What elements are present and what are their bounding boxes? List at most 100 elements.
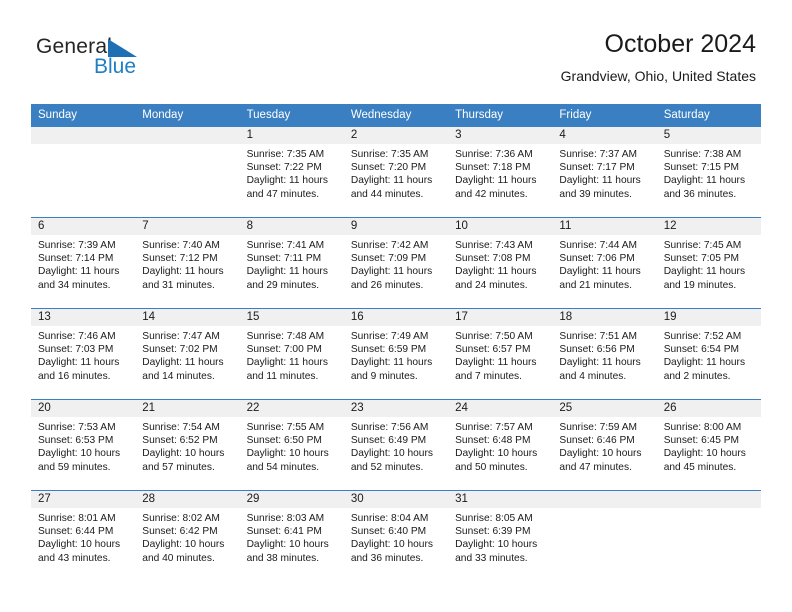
day-details: Sunrise: 7:35 AM Sunset: 7:20 PM Daylight:… bbox=[344, 144, 448, 201]
calendar-day-cell[interactable]: 11 Sunrise: 7:44 AM Sunset: 7:06 PM Dayligh… bbox=[552, 217, 657, 309]
day-number: 26 bbox=[656, 400, 761, 417]
day-number bbox=[31, 127, 136, 144]
daylight-duration-line2: and 4 minutes. bbox=[559, 370, 627, 382]
calendar-day-cell[interactable]: 25 Sunrise: 7:59 AM Sunset: 6:46 PM Dayligh… bbox=[552, 399, 657, 491]
daylight-duration-line2: and 9 minutes. bbox=[350, 370, 418, 382]
weekday-header-thursday: Thursday bbox=[448, 104, 553, 127]
calendar-day-cell[interactable]: 10 Sunrise: 7:43 AM Sunset: 7:08 PM Dayligh… bbox=[448, 217, 553, 309]
sunrise-time: Sunrise: 7:45 AM bbox=[663, 240, 742, 251]
calendar-day-cell[interactable]: 20 Sunrise: 7:53 AM Sunset: 6:53 PM Dayligh… bbox=[31, 399, 136, 491]
brand-logo[interactable]: General Blue bbox=[36, 36, 226, 86]
day-details: Sunrise: 7:53 AM Sunset: 6:53 PM Daylight:… bbox=[31, 417, 135, 474]
day-number: 30 bbox=[343, 491, 449, 508]
calendar-day-cell[interactable]: 27 Sunrise: 8:01 AM Sunset: 6:44 PM Dayligh… bbox=[31, 490, 136, 581]
day-number: 5 bbox=[656, 127, 761, 144]
day-number: 11 bbox=[552, 218, 657, 235]
day-number bbox=[656, 491, 761, 508]
sunset-time: Sunset: 7:00 PM bbox=[246, 344, 322, 356]
daylight-duration-line2: and 59 minutes. bbox=[38, 461, 111, 473]
day-details: Sunrise: 7:40 AM Sunset: 7:12 PM Daylight:… bbox=[135, 235, 239, 292]
day-details: Sunrise: 7:35 AM Sunset: 7:22 PM Daylight:… bbox=[240, 144, 344, 201]
sunrise-time: Sunrise: 7:57 AM bbox=[455, 422, 533, 433]
day-number: 6 bbox=[31, 218, 136, 235]
calendar-day-cell[interactable]: 7 Sunrise: 7:40 AM Sunset: 7:12 PM Daylight… bbox=[135, 217, 240, 309]
sunrise-time: Sunrise: 7:47 AM bbox=[142, 331, 220, 342]
sunrise-time: Sunrise: 7:36 AM bbox=[455, 149, 533, 160]
daylight-duration-line2: and 19 minutes. bbox=[663, 279, 737, 291]
daylight-duration-line2: and 47 minutes. bbox=[559, 461, 632, 473]
calendar-day-cell[interactable]: 21 Sunrise: 7:54 AM Sunset: 6:52 PM Dayligh… bbox=[135, 399, 240, 491]
day-details: Sunrise: 7:42 AM Sunset: 7:09 PM Daylight:… bbox=[344, 235, 448, 292]
sunset-time: Sunset: 6:56 PM bbox=[559, 344, 635, 356]
calendar-day-cell[interactable]: 24 Sunrise: 7:57 AM Sunset: 6:48 PM Dayligh… bbox=[448, 399, 553, 491]
calendar-day-cell[interactable]: 22 Sunrise: 7:55 AM Sunset: 6:50 PM Dayligh… bbox=[239, 399, 344, 491]
day-number: 4 bbox=[552, 127, 657, 144]
sunset-time: Sunset: 7:22 PM bbox=[246, 162, 322, 174]
calendar-empty-cell bbox=[135, 126, 240, 218]
sunrise-time: Sunrise: 7:44 AM bbox=[559, 240, 637, 251]
day-number: 29 bbox=[239, 491, 344, 508]
calendar-day-cell[interactable]: 16 Sunrise: 7:49 AM Sunset: 6:59 PM Dayligh… bbox=[343, 308, 449, 400]
daylight-duration-line1: Daylight: 10 hours bbox=[38, 448, 121, 460]
calendar-day-cell[interactable]: 31 Sunrise: 8:05 AM Sunset: 6:39 PM Dayligh… bbox=[448, 490, 553, 581]
sunset-time: Sunset: 7:02 PM bbox=[142, 344, 218, 356]
day-details: Sunrise: 7:45 AM Sunset: 7:05 PM Daylight:… bbox=[657, 235, 761, 292]
day-number: 13 bbox=[31, 309, 136, 326]
daylight-duration-line2: and 36 minutes. bbox=[350, 552, 424, 564]
sunset-time: Sunset: 7:17 PM bbox=[559, 162, 635, 174]
calendar-empty-cell bbox=[656, 490, 761, 581]
day-number: 14 bbox=[135, 309, 240, 326]
daylight-duration-line2: and 24 minutes. bbox=[455, 279, 528, 291]
daylight-duration-line1: Daylight: 10 hours bbox=[559, 448, 642, 460]
sunset-time: Sunset: 7:08 PM bbox=[455, 253, 531, 265]
daylight-duration-line2: and 21 minutes. bbox=[559, 279, 632, 291]
daylight-duration-line2: and 26 minutes. bbox=[350, 279, 424, 291]
sunrise-time: Sunrise: 8:04 AM bbox=[350, 513, 429, 524]
day-number: 25 bbox=[552, 400, 657, 417]
calendar-day-cell[interactable]: 13 Sunrise: 7:46 AM Sunset: 7:03 PM Dayligh… bbox=[31, 308, 136, 400]
calendar-day-cell[interactable]: 9 Sunrise: 7:42 AM Sunset: 7:09 PM Daylight… bbox=[343, 217, 449, 309]
daylight-duration-line1: Daylight: 11 hours bbox=[350, 175, 433, 187]
calendar-day-cell[interactable]: 12 Sunrise: 7:45 AM Sunset: 7:05 PM Dayligh… bbox=[656, 217, 761, 309]
sunset-time: Sunset: 7:18 PM bbox=[455, 162, 531, 174]
day-details: Sunrise: 8:01 AM Sunset: 6:44 PM Daylight:… bbox=[31, 508, 135, 565]
page-subtitle: Grandview, Ohio, United States bbox=[560, 68, 756, 84]
day-details: Sunrise: 7:39 AM Sunset: 7:14 PM Daylight:… bbox=[31, 235, 135, 292]
day-details: Sunrise: 7:54 AM Sunset: 6:52 PM Daylight:… bbox=[135, 417, 239, 474]
daylight-duration-line2: and 45 minutes. bbox=[663, 461, 737, 473]
daylight-duration-line1: Daylight: 10 hours bbox=[142, 539, 225, 551]
calendar-day-cell[interactable]: 23 Sunrise: 7:56 AM Sunset: 6:49 PM Dayligh… bbox=[343, 399, 449, 491]
calendar-day-cell[interactable]: 8 Sunrise: 7:41 AM Sunset: 7:11 PM Daylight… bbox=[239, 217, 344, 309]
day-number: 19 bbox=[656, 309, 761, 326]
calendar-day-cell[interactable]: 3 Sunrise: 7:36 AM Sunset: 7:18 PM Daylight… bbox=[448, 126, 553, 218]
sunset-time: Sunset: 6:41 PM bbox=[246, 526, 322, 538]
calendar-day-cell[interactable]: 18 Sunrise: 7:51 AM Sunset: 6:56 PM Dayligh… bbox=[552, 308, 657, 400]
calendar-day-cell[interactable]: 2 Sunrise: 7:35 AM Sunset: 7:20 PM Daylight… bbox=[343, 126, 449, 218]
daylight-duration-line2: and 57 minutes. bbox=[142, 461, 215, 473]
calendar-day-cell[interactable]: 29 Sunrise: 8:03 AM Sunset: 6:41 PM Dayligh… bbox=[239, 490, 344, 581]
daylight-duration-line1: Daylight: 11 hours bbox=[350, 357, 433, 369]
sunrise-time: Sunrise: 8:05 AM bbox=[455, 513, 533, 524]
daylight-duration-line1: Daylight: 11 hours bbox=[38, 266, 120, 278]
calendar-day-cell[interactable]: 6 Sunrise: 7:39 AM Sunset: 7:14 PM Daylight… bbox=[31, 217, 136, 309]
sunrise-time: Sunrise: 7:46 AM bbox=[38, 331, 116, 342]
calendar-day-cell[interactable]: 5 Sunrise: 7:38 AM Sunset: 7:15 PM Daylight… bbox=[656, 126, 761, 218]
sunset-time: Sunset: 7:03 PM bbox=[38, 344, 114, 356]
calendar-day-cell[interactable]: 14 Sunrise: 7:47 AM Sunset: 7:02 PM Dayligh… bbox=[135, 308, 240, 400]
calendar-day-cell[interactable]: 19 Sunrise: 7:52 AM Sunset: 6:54 PM Dayligh… bbox=[656, 308, 761, 400]
calendar-day-cell[interactable]: 17 Sunrise: 7:50 AM Sunset: 6:57 PM Dayligh… bbox=[448, 308, 553, 400]
sunrise-time: Sunrise: 7:40 AM bbox=[142, 240, 220, 251]
calendar-day-cell[interactable]: 28 Sunrise: 8:02 AM Sunset: 6:42 PM Dayligh… bbox=[135, 490, 240, 581]
calendar-day-cell[interactable]: 1 Sunrise: 7:35 AM Sunset: 7:22 PM Daylight… bbox=[239, 126, 344, 218]
weekday-header-friday: Friday bbox=[552, 104, 657, 127]
sunrise-time: Sunrise: 7:35 AM bbox=[246, 149, 325, 160]
calendar-day-cell[interactable]: 15 Sunrise: 7:48 AM Sunset: 7:00 PM Dayligh… bbox=[239, 308, 344, 400]
calendar-day-cell[interactable]: 4 Sunrise: 7:37 AM Sunset: 7:17 PM Daylight… bbox=[552, 126, 657, 218]
sunrise-time: Sunrise: 7:52 AM bbox=[663, 331, 742, 342]
calendar-day-cell[interactable]: 26 Sunrise: 8:00 AM Sunset: 6:45 PM Dayligh… bbox=[656, 399, 761, 491]
weekday-header-monday: Monday bbox=[135, 104, 240, 127]
sunrise-time: Sunrise: 7:55 AM bbox=[246, 422, 325, 433]
day-number: 18 bbox=[552, 309, 657, 326]
sunset-time: Sunset: 7:06 PM bbox=[559, 253, 635, 265]
calendar-day-cell[interactable]: 30 Sunrise: 8:04 AM Sunset: 6:40 PM Dayligh… bbox=[343, 490, 449, 581]
